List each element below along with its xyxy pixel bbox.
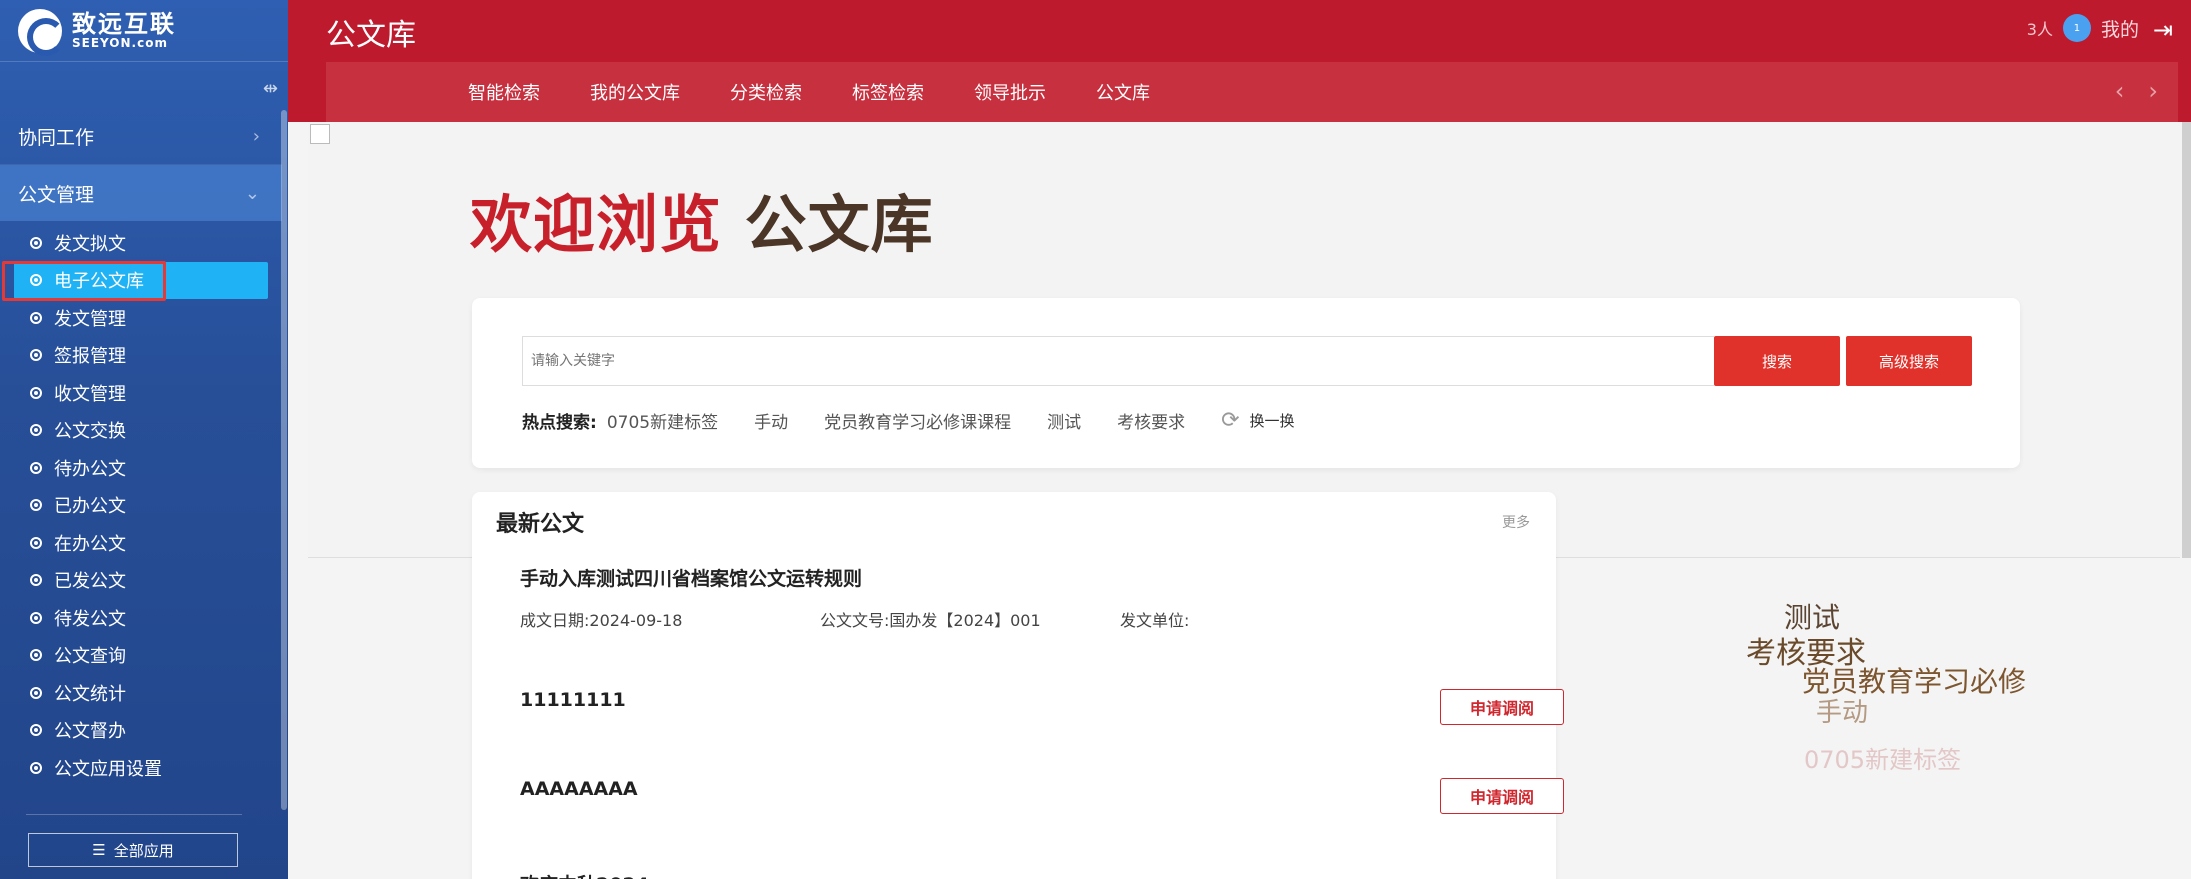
sidebar-item-in-progress[interactable]: 在办公文 xyxy=(0,524,282,562)
chevron-left-icon[interactable]: ‹ xyxy=(2115,77,2125,105)
sidebar-item-statistics[interactable]: 公文统计 xyxy=(0,674,282,712)
main-content: 欢迎浏览 公文库 搜索 高级搜索 热点搜索: 0705新建标签 手动 党员教育学… xyxy=(308,122,2191,879)
radio-dot-icon xyxy=(30,349,42,362)
tag-cloud-item[interactable]: 0705新建标签 xyxy=(1804,740,1961,775)
chevron-right-icon[interactable]: › xyxy=(2148,77,2158,105)
radio-dot-icon xyxy=(30,311,42,324)
tab-leader-instructions[interactable]: 领导批示 xyxy=(974,79,1046,105)
document-title[interactable]: 11111111 xyxy=(520,689,1550,711)
refresh-icon: ⟳ xyxy=(1221,408,1240,433)
user-area[interactable]: 3人 1 我的 xyxy=(2027,14,2139,42)
apply-access-button[interactable]: 申请调阅 xyxy=(1440,778,1564,814)
radio-dot-icon xyxy=(30,424,42,437)
seeyon-logo-icon xyxy=(18,8,65,56)
list-item[interactable]: 手动入库测试四川省档案馆公文运转规则 成文日期:2024-09-18 公文文号:… xyxy=(520,564,1550,631)
main-scrollbar[interactable] xyxy=(2182,122,2191,558)
list-item[interactable]: 欢庆中秋2024 xyxy=(520,870,1550,879)
search-input[interactable] xyxy=(522,336,1714,386)
radio-dot-icon xyxy=(30,724,42,737)
sidebar-item-to-send[interactable]: 待发公文 xyxy=(0,599,282,637)
latest-documents-card: 最新公文 更多 手动入库测试四川省档案馆公文运转规则 成文日期:2024-09-… xyxy=(472,492,1564,879)
sidebar-item-done[interactable]: 已办公文 xyxy=(0,487,282,525)
tag-cloud-item[interactable]: 手动 xyxy=(1816,692,1868,729)
logo-cn-text: 致远互联 xyxy=(72,9,176,38)
chevron-right-icon: › xyxy=(252,126,260,147)
sidebar-item-exchange[interactable]: 公文交换 xyxy=(0,412,282,450)
tab-my-library[interactable]: 我的公文库 xyxy=(590,79,680,105)
welcome-heading: 欢迎浏览 公文库 xyxy=(470,188,934,261)
radio-dot-icon xyxy=(30,686,42,699)
sidebar-item-supervise[interactable]: 公文督办 xyxy=(0,712,282,750)
sidebar-item-send-management[interactable]: 发文管理 xyxy=(0,299,282,337)
broken-image-icon xyxy=(310,124,330,144)
radio-dot-icon xyxy=(30,649,42,662)
module-nav: 智能检索 我的公文库 分类检索 标签检索 领导批示 公文库 ‹ › xyxy=(326,62,2178,122)
sidebar-item-sign-management[interactable]: 签报管理 xyxy=(0,337,282,375)
hot-tag[interactable]: 手动 xyxy=(754,408,788,433)
radio-dot-icon xyxy=(30,386,42,399)
section-title: 最新公文 xyxy=(496,512,585,537)
hot-tag[interactable]: 党员教育学习必修课课程 xyxy=(824,408,1011,433)
list-item[interactable]: 11111111 申请调阅 xyxy=(520,689,1564,725)
all-apps-button[interactable]: ☰ 全部应用 xyxy=(28,833,238,867)
sidebar-item-app-settings[interactable]: 公文应用设置 xyxy=(0,749,282,787)
radio-dot-icon xyxy=(30,611,42,624)
sidebar-item-query[interactable]: 公文查询 xyxy=(0,637,282,675)
document-title[interactable]: 欢庆中秋2024 xyxy=(520,870,1550,879)
active-item-highlight xyxy=(2,261,166,301)
hot-tag[interactable]: 0705新建标签 xyxy=(607,408,718,433)
document-meta: 成文日期:2024-09-18 公文文号:国办发【2024】001 发文单位: xyxy=(520,611,1190,630)
hot-search-row: 热点搜索: 0705新建标签 手动 党员教育学习必修课课程 测试 考核要求 ⟳ … xyxy=(522,408,1295,433)
sidebar-item-draft[interactable]: 发文拟文 xyxy=(0,224,282,262)
apply-access-button[interactable]: 申请调阅 xyxy=(1440,689,1564,725)
tab-smart-search[interactable]: 智能检索 xyxy=(468,79,540,105)
list-search-icon: ☰ xyxy=(92,841,106,859)
radio-dot-icon xyxy=(30,761,42,774)
menu-group-label: 协同工作 xyxy=(18,127,95,149)
radio-dot-icon xyxy=(30,499,42,512)
logo[interactable]: 致远互联 SEEYON.com xyxy=(0,0,288,62)
menu-group-document-management[interactable]: 公文管理 ⌄ xyxy=(0,165,282,221)
radio-dot-icon xyxy=(30,536,42,549)
sidebar-item-receive-management[interactable]: 收文管理 xyxy=(0,374,282,412)
search-card: 搜索 高级搜索 热点搜索: 0705新建标签 手动 党员教育学习必修课课程 测试… xyxy=(472,298,2020,468)
sidebar-item-pending[interactable]: 待办公文 xyxy=(0,449,282,487)
advanced-search-button[interactable]: 高级搜索 xyxy=(1846,336,1972,386)
sidebar-scrollbar[interactable] xyxy=(281,110,287,810)
tab-category-search[interactable]: 分类检索 xyxy=(730,79,802,105)
collapse-sidebar-icon[interactable]: ⇹ xyxy=(263,78,278,99)
search-button[interactable]: 搜索 xyxy=(1714,336,1840,386)
hot-search-label: 热点搜索: xyxy=(522,413,597,433)
hot-tag[interactable]: 考核要求 xyxy=(1117,408,1185,433)
logout-icon[interactable]: ⇥ xyxy=(2153,16,2173,44)
refresh-tags-button[interactable]: ⟳ 换一换 xyxy=(1221,408,1294,433)
online-user-count[interactable]: 3人 xyxy=(2027,16,2053,40)
radio-dot-icon xyxy=(30,461,42,474)
document-title[interactable]: AAAAAAAA xyxy=(520,778,1550,800)
avatar[interactable]: 1 xyxy=(2062,14,2091,42)
document-title[interactable]: 手动入库测试四川省档案馆公文运转规则 xyxy=(520,564,1550,591)
hot-tag[interactable]: 测试 xyxy=(1047,408,1081,433)
logo-en-text: SEEYON.com xyxy=(72,35,168,50)
top-header: 公文库 3人 1 我的 ⇥ 智能检索 我的公文库 分类检索 标签检索 领导批示 … xyxy=(288,0,2191,122)
user-menu-link[interactable]: 我的 xyxy=(2101,15,2139,42)
menu-group-label: 公文管理 xyxy=(18,183,95,206)
menu-group-collaboration[interactable]: 协同工作 › xyxy=(0,109,282,165)
more-link[interactable]: 更多 xyxy=(1502,512,1530,532)
sidebar-item-sent[interactable]: 已发公文 xyxy=(0,562,282,600)
tab-document-library[interactable]: 公文库 xyxy=(1096,79,1150,105)
divider xyxy=(26,814,242,815)
sidebar: 致远互联 SEEYON.com ⇹ 协同工作 › 公文管理 ⌄ 发文拟文 电子公… xyxy=(0,0,288,879)
submenu-list: 发文拟文 电子公文库 发文管理 签报管理 收文管理 公文交换 待办公文 已办公文… xyxy=(0,224,282,787)
list-item[interactable]: AAAAAAAA 申请调阅 xyxy=(520,778,1564,814)
nav-arrows: ‹ › xyxy=(2115,77,2158,105)
radio-dot-icon xyxy=(30,236,42,249)
radio-dot-icon xyxy=(30,574,42,587)
page-title: 公文库 xyxy=(326,18,416,53)
chevron-down-icon: ⌄ xyxy=(244,182,260,204)
tab-tag-search[interactable]: 标签检索 xyxy=(852,79,924,105)
